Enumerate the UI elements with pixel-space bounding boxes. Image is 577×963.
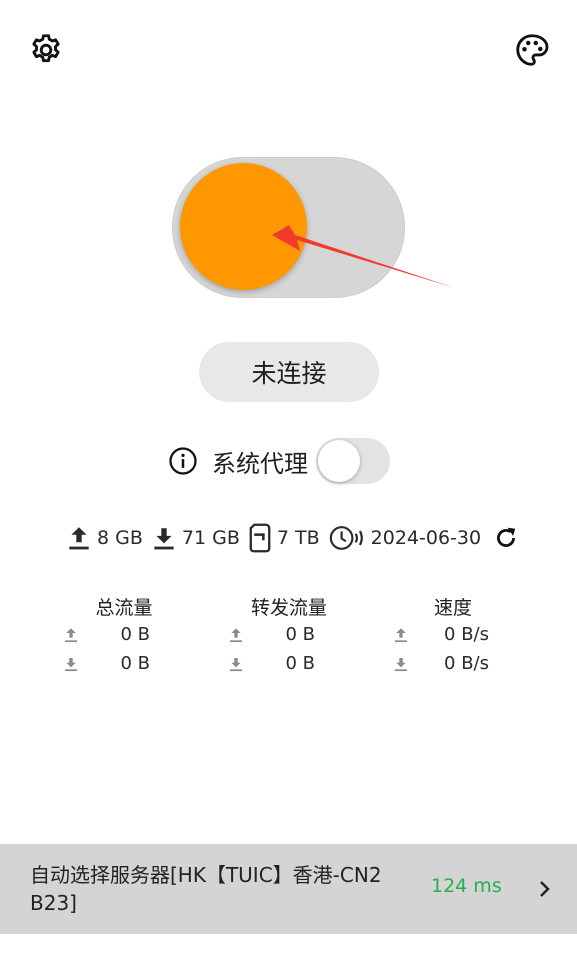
upload-value: 8 GB [97, 527, 143, 549]
stat-title: 速度 [433, 597, 472, 619]
palette-icon [516, 34, 549, 66]
server-selector[interactable]: 自动选择服务器[HK【TUIC】香港-CN2 B23] 124 ms [0, 844, 577, 934]
stat-download-value: 0 B [120, 653, 150, 674]
connect-toggle-knob [180, 163, 307, 290]
system-proxy-switch-knob [318, 440, 360, 482]
upload-icon [69, 527, 89, 550]
clock-ringing-icon [329, 526, 363, 550]
sd-card-icon [249, 523, 271, 553]
upload-icon [65, 627, 77, 642]
download-value: 71 GB [181, 527, 240, 549]
stat-download-value: 0 B/s [444, 653, 489, 674]
info-icon[interactable] [168, 446, 198, 476]
expire-value: 2024-06-30 [370, 527, 482, 549]
stat-download-value: 0 B [285, 653, 315, 674]
refresh-icon [497, 527, 516, 547]
gear-icon [32, 34, 60, 63]
stat-upload-line: 0 B [63, 620, 150, 649]
upload-icon [230, 627, 242, 642]
stat-upload-value: 0 B [285, 624, 315, 645]
subscription-usage-row: 8 GB 71 GB 7 TB 2024-06-30 [66, 520, 519, 556]
stat-upload-value: 0 B [120, 624, 150, 645]
stat-download-line: 0 B/s [393, 649, 489, 678]
download-icon [154, 528, 174, 550]
settings-button[interactable] [26, 30, 66, 70]
system-proxy-row: 系统代理 [168, 437, 390, 485]
download-icon [230, 657, 242, 671]
expire-date: 2024-06-30 [328, 524, 481, 552]
stat-upload-line: 0 B/s [393, 620, 489, 649]
server-name: 自动选择服务器[HK【TUIC】香港-CN2 B23] [30, 863, 382, 915]
total-value: 7 TB [276, 527, 320, 549]
system-proxy-label: 系统代理 [212, 449, 308, 478]
stat-download-line: 0 B [228, 649, 315, 678]
chevron-right-icon [540, 881, 550, 897]
stat-download-line: 0 B [63, 649, 150, 678]
stat-title: 转发流量 [250, 597, 327, 619]
download-icon [395, 657, 407, 671]
upload-icon [395, 627, 407, 642]
stat-upload-line: 0 B [228, 620, 315, 649]
stat-title: 总流量 [95, 597, 153, 619]
download-usage: 71 GB [151, 524, 240, 552]
refresh-button[interactable] [493, 525, 519, 551]
connect-toggle[interactable] [172, 157, 405, 298]
download-icon [65, 657, 77, 671]
total-usage: 7 TB [248, 523, 320, 553]
connection-status-button[interactable]: 未连接 [199, 342, 379, 402]
stat-upload-value: 0 B/s [444, 624, 489, 645]
upload-usage: 8 GB [66, 524, 143, 552]
theme-button[interactable] [511, 30, 553, 70]
server-latency: 124 ms [431, 875, 502, 897]
system-proxy-switch[interactable] [316, 438, 390, 484]
